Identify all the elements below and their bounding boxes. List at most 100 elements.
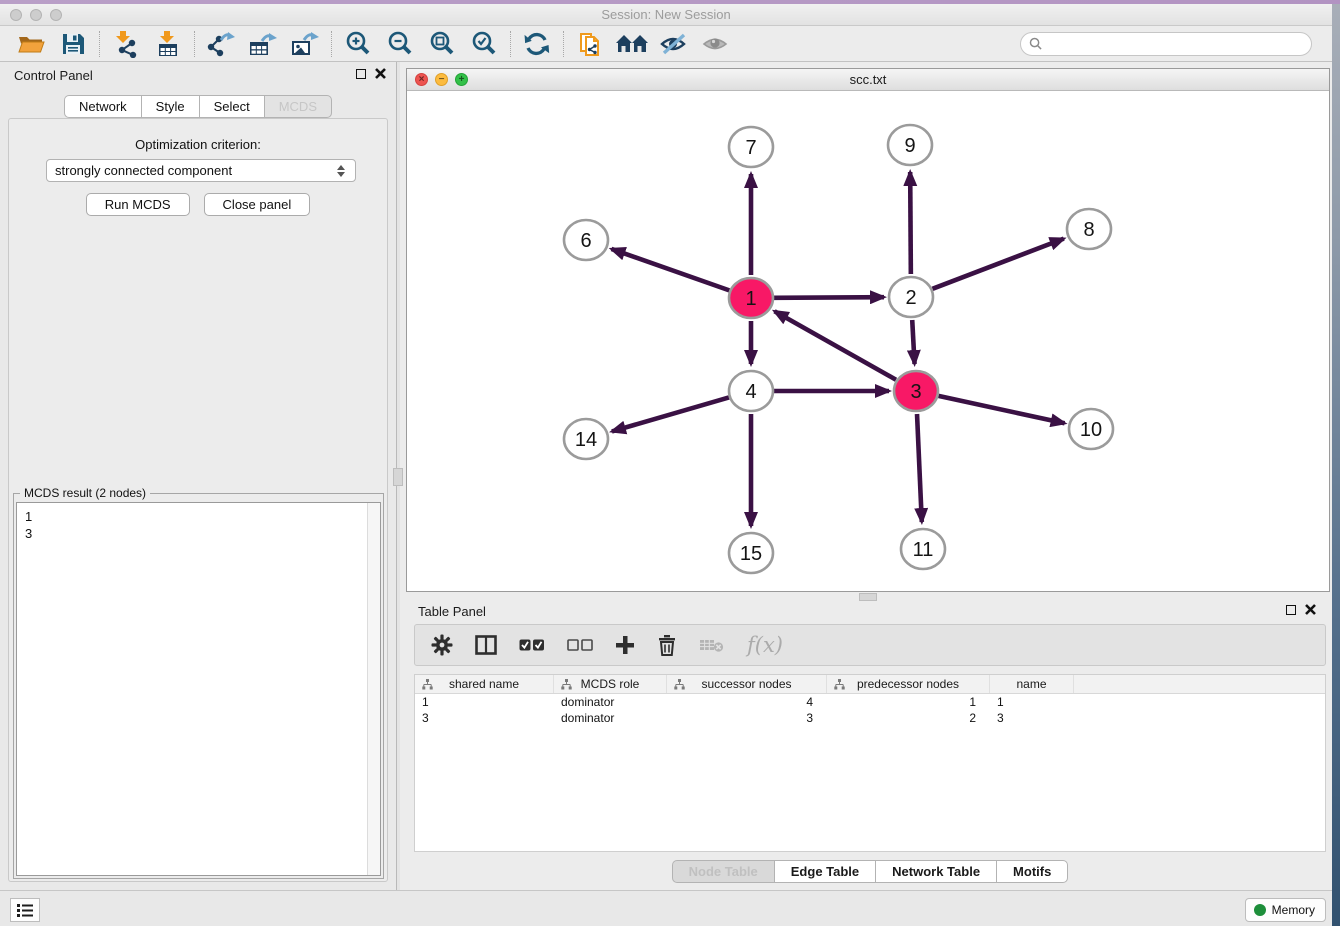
graph-node-11[interactable]: 11 [901,529,945,569]
zoom-in-button[interactable] [337,28,379,60]
float-table-panel-icon[interactable] [1286,605,1296,615]
delete-column-icon[interactable] [657,634,677,656]
edge-2-8[interactable] [932,239,1063,289]
tab-select[interactable]: Select [199,95,264,118]
close-panel-icon[interactable] [375,68,386,79]
column-header-MCDS-role[interactable]: MCDS role [554,675,667,693]
deselect-all-rows-icon[interactable] [567,638,593,652]
graph-node-14[interactable]: 14 [564,419,608,459]
graph-node-8[interactable]: 8 [1067,209,1111,249]
column-header-successor-nodes[interactable]: successor nodes [667,675,827,693]
attribute-tree-icon [422,679,433,690]
graph-node-6[interactable]: 6 [564,220,608,260]
graph-node-2[interactable]: 2 [889,277,933,317]
zoom-selected-icon [470,30,498,58]
edge-2-9[interactable] [910,172,911,274]
delete-table-icon[interactable] [699,637,725,653]
tab-motifs[interactable]: Motifs [996,860,1068,883]
table-cell: dominator [554,710,667,726]
result-scrollbar[interactable] [367,503,380,875]
tab-network[interactable]: Network [64,95,141,118]
function-builder-icon[interactable]: f(x) [747,633,783,657]
edge-3-1[interactable] [775,311,896,379]
close-table-panel-icon[interactable] [1305,604,1316,615]
optimization-criterion-select[interactable]: strongly connected component [46,159,356,182]
table-row[interactable]: 3dominator323 [415,710,1325,726]
hide-selected-button[interactable] [653,28,695,60]
graph-node-15[interactable]: 15 [729,533,773,573]
run-mcds-button[interactable]: Run MCDS [86,193,190,216]
table-tabs: Node Table Edge Table Network Table Moti… [414,852,1326,890]
table-row[interactable]: 1dominator411 [415,694,1325,710]
close-panel-button[interactable]: Close panel [204,193,311,216]
split-columns-icon[interactable] [475,635,497,655]
edge-1-2[interactable] [774,297,884,298]
graph-node-9[interactable]: 9 [888,125,932,165]
show-all-button[interactable] [695,28,737,60]
edge-3-11[interactable] [917,414,922,522]
graph-node-10[interactable]: 10 [1069,409,1113,449]
import-network-button[interactable] [105,28,147,60]
mcds-result-groupbox: MCDS result (2 nodes) 1 3 [13,493,384,879]
svg-text:11: 11 [913,539,934,561]
svg-text:1: 1 [745,288,756,310]
table-cell: 2 [827,710,990,726]
export-network-button[interactable] [200,28,242,60]
main-area: Control Panel Network Style Select MCDS [0,62,1332,890]
search-field[interactable] [1020,32,1312,56]
open-session-button[interactable] [10,28,52,60]
task-history-button[interactable] [10,898,40,922]
optimization-criterion-value: strongly connected component [55,163,337,178]
control-panel-header: Control Panel [0,62,396,88]
edge-1-6[interactable] [611,249,729,290]
control-panel: Control Panel Network Style Select MCDS [0,62,396,890]
gear-icon[interactable] [431,634,453,656]
column-header-name[interactable]: name [990,675,1074,693]
tab-style[interactable]: Style [141,95,199,118]
column-label: successor nodes [701,677,791,691]
tab-node-table[interactable]: Node Table [672,860,774,883]
column-label: shared name [449,677,519,691]
export-table-button[interactable] [242,28,284,60]
tab-network-table[interactable]: Network Table [875,860,996,883]
refresh-layout-button[interactable] [516,28,558,60]
first-neighbors-button[interactable] [611,28,653,60]
search-input[interactable] [1048,37,1303,51]
edge-4-14[interactable] [612,397,729,431]
column-header-predecessor-nodes[interactable]: predecessor nodes [827,675,990,693]
memory-button[interactable]: Memory [1245,898,1326,922]
memory-label: Memory [1272,903,1315,917]
toolbar-separator [331,31,332,57]
node-table[interactable]: shared name MCDS role successor nodes prede… [414,674,1326,852]
network-canvas[interactable]: 7 9 6 8 1 2 4 3 14 10 15 11 [407,91,1329,591]
column-header-shared-name[interactable]: shared name [415,675,554,693]
float-panel-icon[interactable] [356,69,366,79]
export-image-button[interactable] [284,28,326,60]
first-neighbors-icon [615,31,649,57]
svg-text:7: 7 [745,137,756,159]
select-all-rows-icon[interactable] [519,638,545,652]
desktop-wallpaper-right [1332,4,1340,926]
tab-mcds[interactable]: MCDS [264,95,332,118]
graph-node-4[interactable]: 4 [729,371,773,411]
edge-2-3[interactable] [912,320,914,364]
import-table-button[interactable] [147,28,189,60]
graph-node-1[interactable]: 1 [729,278,773,318]
toolbar-separator [99,31,100,57]
table-cell: 1 [827,694,990,710]
copy-network-button[interactable] [569,28,611,60]
graph-node-3[interactable]: 3 [894,371,938,411]
save-session-button[interactable] [52,28,94,60]
table-cell: dominator [554,694,667,710]
edge-3-10[interactable] [938,396,1064,423]
zoom-out-button[interactable] [379,28,421,60]
attribute-tree-icon [834,679,845,690]
graph-node-7[interactable]: 7 [729,127,773,167]
tab-edge-table[interactable]: Edge Table [774,860,875,883]
zoom-fit-button[interactable] [421,28,463,60]
mcds-result-textarea[interactable]: 1 3 [16,502,381,876]
zoom-selected-button[interactable] [463,28,505,60]
table-panel: Table Panel [414,598,1326,890]
add-column-icon[interactable] [615,635,635,655]
svg-text:2: 2 [905,287,916,309]
